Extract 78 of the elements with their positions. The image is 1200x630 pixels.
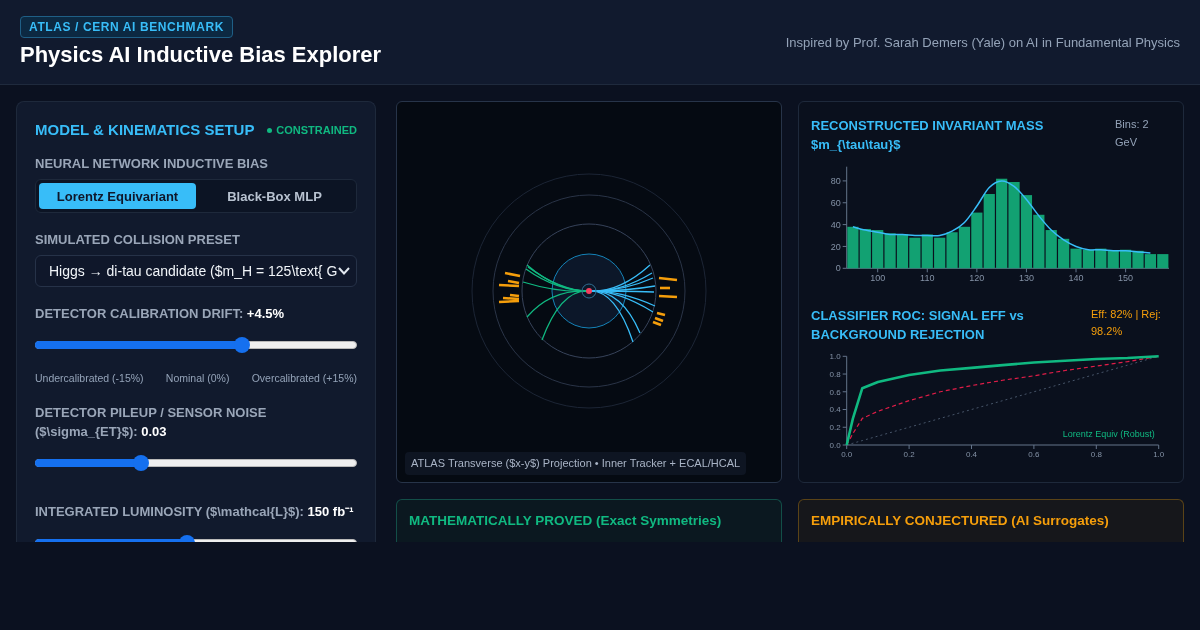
tick-label: 140	[1068, 273, 1084, 284]
status-label: CONSTRAINED	[276, 124, 357, 136]
histogram-bar	[884, 233, 896, 269]
energy-deposit-bar	[658, 294, 678, 299]
tick-label: 0.2	[903, 450, 915, 459]
tick-label: 0.0	[841, 450, 853, 459]
tick-label: 0.6	[829, 387, 841, 397]
histogram-bar	[1107, 250, 1119, 269]
chevron-down-icon	[338, 267, 350, 275]
histogram-bar	[946, 232, 958, 269]
tick-label: 0.2	[829, 423, 841, 433]
tick-label: 20	[830, 241, 841, 252]
tick-label: 60	[830, 197, 841, 208]
histogram-bar	[971, 212, 983, 269]
tick-label: 150	[1118, 273, 1134, 284]
benchmark-badge: ATLAS / CERN AI BENCHMARK	[20, 16, 233, 38]
status-dot-icon	[267, 127, 273, 133]
slider-label: DETECTOR PILEUP / SENSOR NOISE ($\sigma_{ET}$): 0.03	[35, 403, 268, 441]
histogram-bar	[1157, 254, 1169, 269]
tick-label: 0.8	[1090, 450, 1102, 459]
slider-thumb[interactable]	[233, 337, 250, 353]
tick-label: 110	[920, 273, 935, 284]
energy-deposit-bar	[658, 276, 678, 282]
chart-title: RECONSTRUCTED INVARIANT MASS $m_{\tau\tau}$	[811, 117, 1045, 154]
scale-label: Undercalibrated (-15%)	[35, 371, 144, 385]
histogram-bar	[1120, 249, 1132, 269]
tick-label: 0.4	[965, 450, 978, 459]
chart-title: CLASSIFIER ROC: SIGNAL EFF vs BACKGROUND REJECTION	[811, 306, 1025, 344]
tick-label: 0.8	[829, 369, 841, 379]
card-title: MATHEMATICALLY PROVED (Exact Symmetries)	[409, 512, 723, 530]
credit-text: Inspired by Prof. Sarah Demers (Yale) on AI in Fundamental Physics	[785, 34, 1180, 50]
histogram-bar	[934, 237, 946, 269]
field-label: SIMULATED COLLISION PRESET	[35, 230, 241, 249]
bin-width-note: Bins: 2 GeV	[1115, 117, 1150, 150]
histogram-bar	[1144, 254, 1156, 269]
histogram-bar	[1033, 214, 1045, 269]
projection-caption: ATLAS Transverse ($x-y$) Projection • Inner Tracker + ECAL/HCAL	[405, 452, 747, 475]
slider-track[interactable]	[35, 337, 357, 353]
toggle-option[interactable]: Black-Box MLP	[196, 183, 353, 209]
app-title: Physics AI Inductive Bias Explorer	[20, 42, 382, 68]
vertex-ring	[581, 283, 597, 299]
efficiency-readout: Eff: 82% | Rej: 98.2%	[1091, 306, 1162, 339]
panel-title: MODEL & KINEMATICS SETUP	[35, 121, 255, 139]
tick-label: 130	[1018, 273, 1034, 284]
histogram-bar	[872, 230, 884, 269]
tick-label: 1.0	[829, 352, 841, 362]
slider-label: INTEGRATED LUMINOSITY ($\mathcal{L}$): 150 fb⁻¹	[35, 502, 355, 521]
field-label: NEURAL NETWORK INDUCTIVE BIAS	[35, 154, 270, 173]
slider-track[interactable]	[35, 455, 357, 471]
histogram-bar	[1132, 250, 1144, 269]
histogram-bar	[1082, 249, 1094, 269]
histogram-bar	[847, 226, 859, 269]
tick-label: 100	[870, 273, 886, 284]
legend-label: Lorentz Equiv (Robust)	[1062, 429, 1155, 439]
slider-label: DETECTOR CALIBRATION DRIFT: +4.5%	[35, 304, 286, 323]
tick-label: 120	[969, 273, 985, 284]
histogram-bar	[921, 234, 933, 269]
scale-label: Nominal (0%)	[165, 371, 230, 385]
tick-label: 0.6	[1028, 450, 1040, 459]
histogram-bar	[1045, 230, 1057, 269]
energy-deposit-bar	[660, 286, 670, 290]
histogram-bar	[896, 234, 909, 269]
preset-select[interactable]: Higgs → di-tau candidate ($m_H = 125\text{ G	[35, 255, 357, 287]
tick-label: 40	[830, 219, 841, 230]
scale-label: Overcalibrated (+15%)	[251, 371, 357, 385]
toggle-option[interactable]: Lorentz Equivariant	[39, 183, 196, 209]
vertex-dot	[586, 288, 592, 294]
card-title: EMPIRICALLY CONJECTURED (AI Surrogates)	[811, 512, 1110, 530]
slider-thumb[interactable]	[132, 455, 149, 471]
histogram-bar	[909, 237, 921, 269]
tick-label: 0	[835, 263, 841, 274]
histogram-bar	[859, 228, 871, 269]
tick-label: 1.0	[1153, 450, 1165, 459]
tick-label: 0.0	[829, 440, 841, 450]
tick-label: 80	[830, 176, 841, 187]
tick-label: 0.4	[829, 405, 841, 415]
histogram-bar	[958, 226, 971, 269]
histogram-bar	[1095, 248, 1107, 269]
